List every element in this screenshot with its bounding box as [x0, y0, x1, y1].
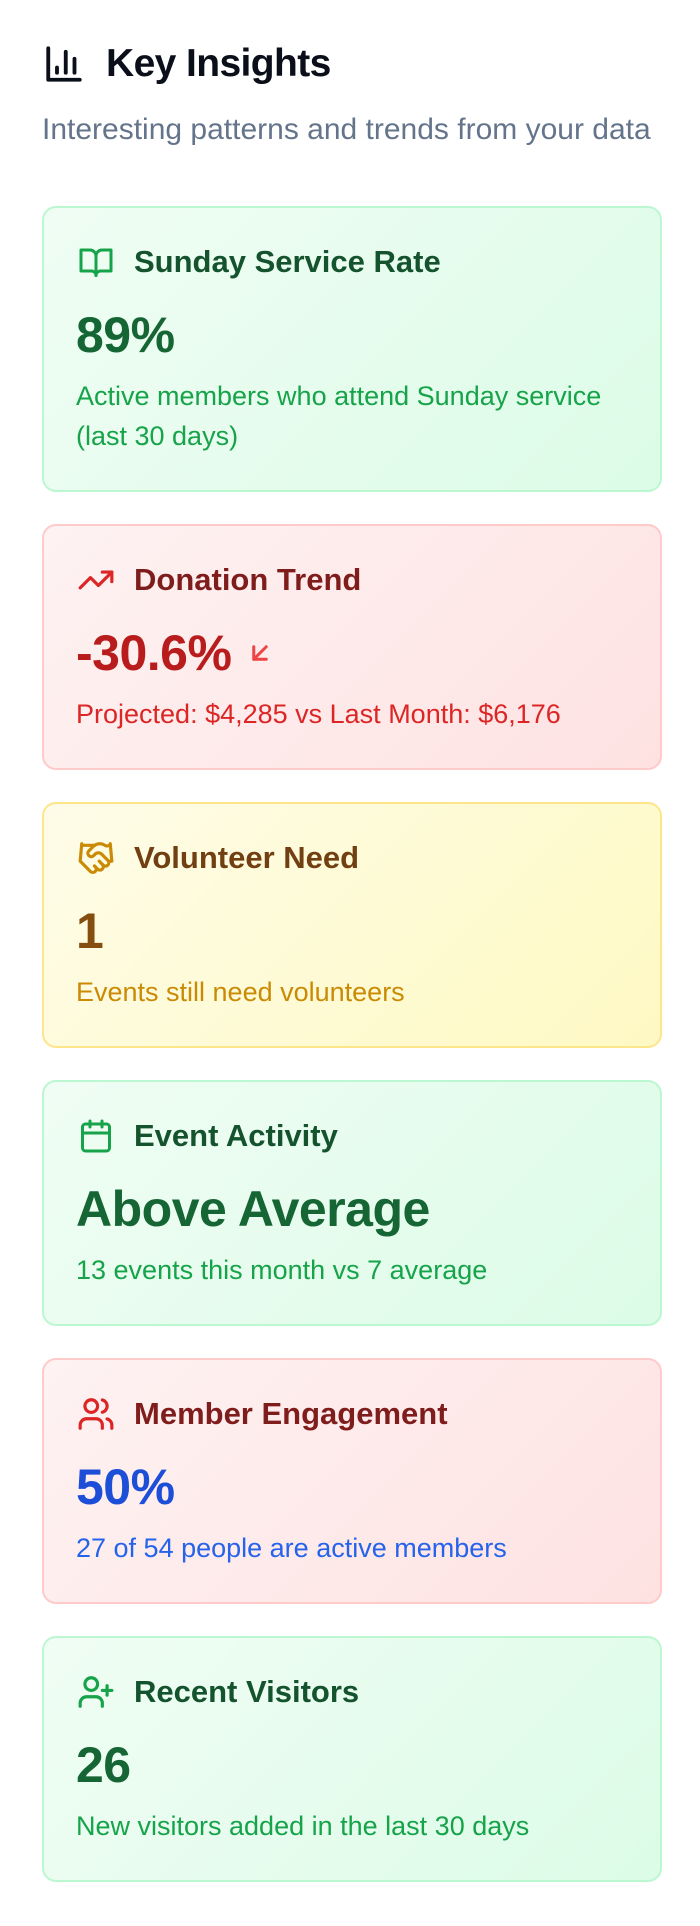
arrow-down-left-icon — [245, 638, 275, 668]
card-title: Recent Visitors — [134, 1674, 360, 1709]
card-title: Member Engagement — [134, 1396, 448, 1431]
calendar-icon — [76, 1116, 116, 1156]
page-title: Key Insights — [106, 42, 331, 85]
insight-card-member-engagement: Member Engagement 50% 27 of 54 people ar… — [42, 1358, 662, 1604]
card-description: Active members who attend Sunday service… — [76, 381, 602, 451]
card-value-row: -30.6% — [76, 626, 628, 680]
card-title: Volunteer Need — [134, 840, 360, 875]
insight-card-donation-trend: Donation Trend -30.6% Projected: $4,285 … — [42, 524, 662, 770]
handshake-icon — [76, 838, 116, 878]
card-header: Member Engagement — [76, 1394, 628, 1434]
insight-card-event-activity: Event Activity Above Average 13 events t… — [42, 1080, 662, 1326]
card-value: 89% — [76, 307, 175, 363]
insight-card-recent-visitors: Recent Visitors 26 New visitors added in… — [42, 1636, 662, 1882]
card-value-row: 1 — [76, 904, 628, 958]
card-value-row: 26 — [76, 1738, 628, 1792]
page-subtitle: Interesting patterns and trends from you… — [42, 113, 651, 146]
card-description: Projected: $4,285 vs Last Month: $6,176 — [76, 699, 561, 729]
insight-card-sunday-service-rate: Sunday Service Rate 89% Active members w… — [42, 206, 662, 492]
card-header: Recent Visitors — [76, 1672, 628, 1712]
card-description: New visitors added in the last 30 days — [76, 1811, 530, 1841]
book-open-icon — [76, 242, 116, 282]
card-description: 13 events this month vs 7 average — [76, 1255, 488, 1285]
card-value: -30.6% — [76, 625, 232, 681]
trending-up-icon — [76, 560, 116, 600]
panel-header: Key Insights — [42, 42, 658, 86]
card-header: Event Activity — [76, 1116, 628, 1156]
insight-cards: Sunday Service Rate 89% Active members w… — [42, 206, 662, 1882]
card-header: Volunteer Need — [76, 838, 628, 878]
card-value-row: 89% — [76, 308, 628, 362]
card-value-row: Above Average — [76, 1182, 628, 1236]
card-value: 1 — [76, 903, 104, 959]
insight-card-volunteer-need: Volunteer Need 1 Events still need volun… — [42, 802, 662, 1048]
card-value: Above Average — [76, 1181, 430, 1237]
card-title: Event Activity — [134, 1118, 338, 1153]
card-description: Events still need volunteers — [76, 977, 405, 1007]
card-value: 50% — [76, 1459, 175, 1515]
card-title: Donation Trend — [134, 562, 362, 597]
card-value-row: 50% — [76, 1460, 628, 1514]
card-value: 26 — [76, 1737, 131, 1793]
user-plus-icon — [76, 1672, 116, 1712]
card-description: 27 of 54 people are active members — [76, 1533, 507, 1563]
insights-panel: Key Insights Interesting patterns and tr… — [0, 0, 700, 1882]
card-header: Donation Trend — [76, 560, 628, 600]
card-title: Sunday Service Rate — [134, 244, 441, 279]
card-header: Sunday Service Rate — [76, 242, 628, 282]
bar-chart-icon — [42, 42, 86, 86]
users-icon — [76, 1394, 116, 1434]
